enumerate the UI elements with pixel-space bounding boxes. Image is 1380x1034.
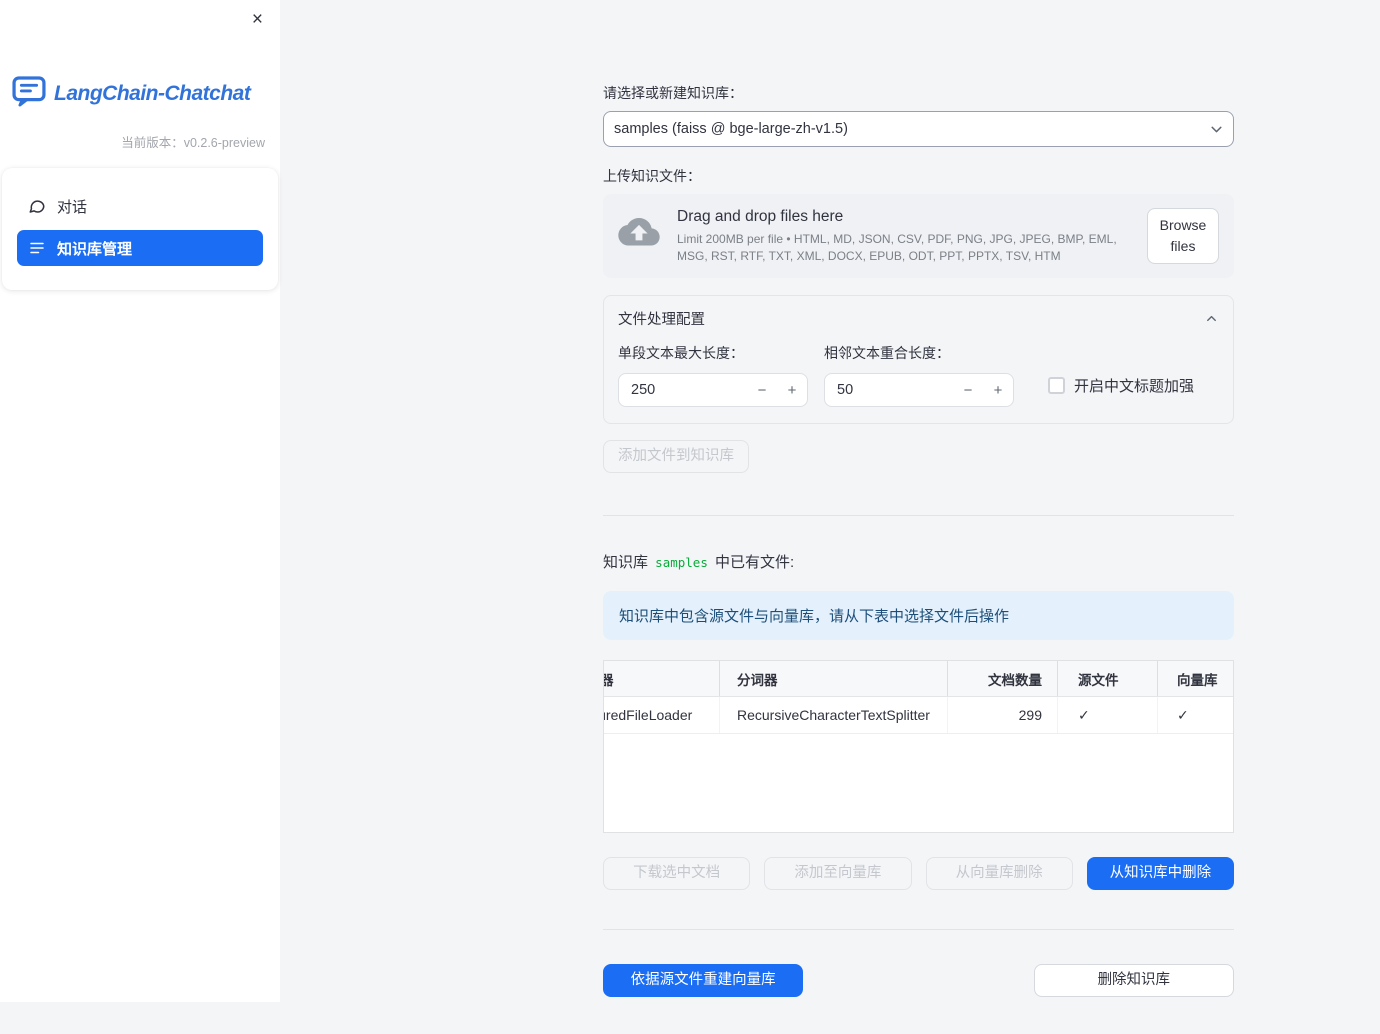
close-sidebar-button[interactable]: × bbox=[248, 6, 267, 33]
kb-select-value: samples (faiss @ bge-large-zh-v1.5) bbox=[614, 121, 848, 137]
chinese-title-checkbox-label: 开启中文标题加强 bbox=[1074, 378, 1195, 395]
column-header-doc-count[interactable]: 文档数量 bbox=[948, 661, 1058, 696]
sidebar-item-kb-management[interactable]: 知识库管理 bbox=[17, 230, 263, 266]
cell-source-file-check: ✓ bbox=[1058, 697, 1158, 733]
files-table[interactable]: 文档加载器 分词器 文档数量 源文件 向量库 UnstructuredFileL… bbox=[603, 660, 1234, 833]
file-action-buttons: 下载选中文档 添加至向量库 从向量库删除 从知识库中删除 bbox=[603, 857, 1234, 890]
sidebar-item-dialogue[interactable]: 对话 bbox=[17, 188, 263, 224]
logo-text: LangChain-Chatchat bbox=[54, 82, 251, 105]
expander-header[interactable]: 文件处理配置 bbox=[604, 296, 1233, 339]
chat-bubble-icon bbox=[28, 197, 46, 215]
main-content: 请选择或新建知识库： samples (faiss @ bge-large-zh… bbox=[280, 0, 1380, 1002]
list-icon bbox=[28, 239, 46, 257]
max-length-input[interactable]: 250 − + bbox=[618, 373, 808, 407]
download-selected-button[interactable]: 下载选中文档 bbox=[603, 857, 751, 890]
divider bbox=[603, 515, 1234, 516]
version-label: 当前版本：v0.2.6-preview bbox=[121, 136, 265, 150]
kb-select-label: 请选择或新建知识库： bbox=[603, 85, 743, 101]
overlap-length-value: 50 bbox=[837, 382, 854, 398]
column-header-loader[interactable]: 文档加载器 bbox=[604, 661, 720, 696]
decrement-button[interactable]: − bbox=[953, 374, 983, 406]
add-to-vector-store-button[interactable]: 添加至向量库 bbox=[764, 857, 912, 890]
divider bbox=[603, 929, 1234, 930]
drag-drop-text: Drag and drop files here bbox=[677, 208, 844, 226]
max-length-label: 单段文本最大长度： bbox=[618, 345, 744, 361]
kb-files-suffix: 中已有文件: bbox=[710, 554, 795, 571]
kb-select[interactable]: samples (faiss @ bge-large-zh-v1.5) bbox=[603, 111, 1234, 147]
table-row[interactable]: UnstructuredFileLoader RecursiveCharacte… bbox=[604, 697, 1233, 734]
add-files-to-kb-button[interactable]: 添加文件到知识库 bbox=[603, 440, 749, 473]
cell-vector-store-check: ✓ bbox=[1177, 706, 1189, 723]
cell-doc-count: 299 bbox=[948, 697, 1058, 733]
kb-name-code: samples bbox=[655, 555, 708, 570]
uploader-text: Drag and drop files here Limit 200MB per… bbox=[677, 208, 1147, 263]
kb-files-prefix: 知识库 bbox=[603, 554, 653, 571]
cell-splitter: RecursiveCharacterTextSplitter bbox=[720, 697, 948, 733]
cell-loader: UnstructuredFileLoader bbox=[604, 697, 720, 733]
delete-from-vector-store-button[interactable]: 从向量库删除 bbox=[925, 857, 1073, 890]
chinese-title-checkbox[interactable] bbox=[1048, 377, 1065, 394]
browse-files-button[interactable]: Browse files bbox=[1147, 208, 1219, 264]
sidebar-menu: 对话 知识库管理 bbox=[2, 168, 278, 290]
kb-management-buttons: 依据源文件重建向量库 删除知识库 bbox=[603, 964, 1234, 1034]
table-header-row: 文档加载器 分词器 文档数量 源文件 向量库 bbox=[604, 661, 1233, 697]
cloud-upload-icon bbox=[618, 218, 660, 254]
file-uploader-dropzone[interactable]: Drag and drop files here Limit 200MB per… bbox=[603, 194, 1234, 278]
logo-chat-icon bbox=[12, 76, 46, 112]
chevron-up-icon bbox=[1204, 311, 1219, 326]
info-alert: 知识库中包含源文件与向量库，请从下表中选择文件后操作 bbox=[603, 591, 1234, 640]
column-header-splitter[interactable]: 分词器 bbox=[720, 661, 948, 696]
sidebar-item-label: 知识库管理 bbox=[57, 240, 133, 258]
file-config-expander: 文件处理配置 单段文本最大长度： 250 − + 相邻文本重合长度： 50 − … bbox=[603, 295, 1234, 424]
delete-from-kb-button[interactable]: 从知识库中删除 bbox=[1086, 857, 1234, 890]
increment-button[interactable]: + bbox=[777, 374, 807, 406]
sidebar-item-label: 对话 bbox=[57, 198, 88, 216]
chevron-down-icon bbox=[1208, 121, 1225, 138]
delete-kb-button[interactable]: 删除知识库 bbox=[1033, 964, 1234, 997]
spacer-column bbox=[818, 964, 1018, 997]
overlap-length-input[interactable]: 50 − + bbox=[824, 373, 1014, 407]
rebuild-vector-store-button[interactable]: 依据源文件重建向量库 bbox=[603, 964, 804, 997]
decrement-button[interactable]: − bbox=[747, 374, 777, 406]
expander-title: 文件处理配置 bbox=[618, 312, 705, 328]
column-header-source-file[interactable]: 源文件 bbox=[1058, 661, 1158, 696]
upload-label: 上传知识文件： bbox=[603, 168, 701, 184]
app-logo: LangChain-Chatchat bbox=[0, 76, 280, 112]
overlap-length-label: 相邻文本重合长度： bbox=[824, 345, 950, 361]
column-header-vector-store[interactable]: 向量库 bbox=[1158, 661, 1233, 696]
increment-button[interactable]: + bbox=[983, 374, 1013, 406]
sidebar: × LangChain-Chatchat 当前版本：v0.2.6-preview… bbox=[0, 0, 280, 1002]
max-length-value: 250 bbox=[631, 382, 656, 398]
upload-limit-text: Limit 200MB per file • HTML, MD, JSON, C… bbox=[677, 232, 1117, 263]
kb-files-heading: 知识库 samples 中已有文件: bbox=[603, 551, 1234, 572]
